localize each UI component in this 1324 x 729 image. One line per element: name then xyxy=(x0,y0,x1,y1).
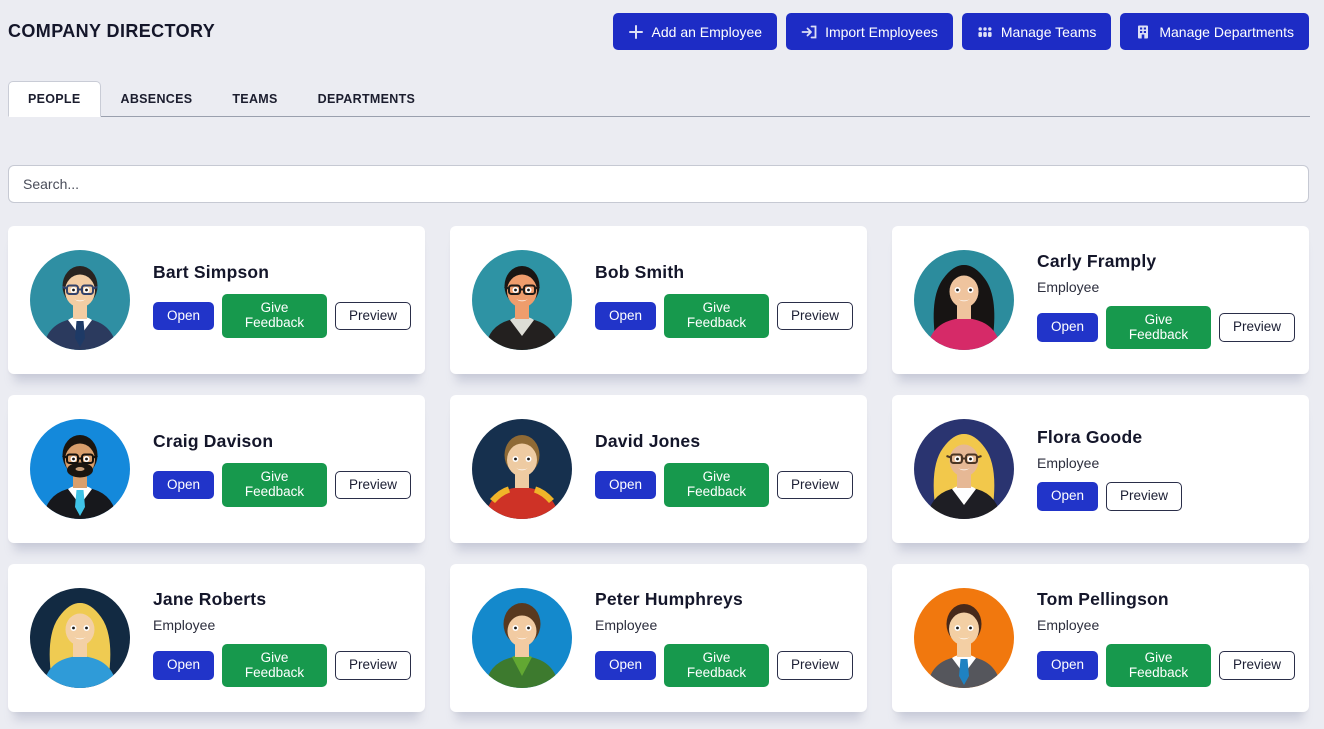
employee-name: Flora Goode xyxy=(1037,427,1143,448)
employee-card: Bart Simpson Open Give Feedback Preview xyxy=(8,226,425,374)
top-bar: COMPANY DIRECTORY Add an Employee Import … xyxy=(0,0,1324,50)
manage-departments-button[interactable]: Manage Departments xyxy=(1120,13,1309,50)
employee-info: Carly Framply Employee Open Give Feedback Pr… xyxy=(1037,251,1295,350)
employee-name: Tom Pellingson xyxy=(1037,588,1169,609)
employee-name: Peter Humphreys xyxy=(595,588,743,609)
button-label: Manage Teams xyxy=(1000,23,1097,40)
employee-card: David Jones Open Give Feedback Preview xyxy=(450,395,867,543)
card-actions: Open Give Feedback Preview xyxy=(1037,643,1295,688)
tab-teams[interactable]: TEAMS xyxy=(212,81,297,117)
open-button[interactable]: Open xyxy=(153,301,215,331)
employee-info: David Jones Open Give Feedback Preview xyxy=(595,431,853,507)
employee-info: Craig Davison Open Give Feedback Preview xyxy=(153,431,411,507)
employee-role: Employee xyxy=(595,616,658,633)
employee-card: Flora Goode Employee Open Preview xyxy=(892,395,1309,543)
employee-name: Carly Framply xyxy=(1037,250,1157,271)
team-icon xyxy=(977,24,993,40)
open-button[interactable]: Open xyxy=(153,651,215,680)
employee-info: Bart Simpson Open Give Feedback Preview xyxy=(153,262,411,338)
employee-avatar xyxy=(914,250,1014,350)
employee-avatar xyxy=(30,250,130,350)
employee-name: Jane Roberts xyxy=(153,588,267,609)
employee-name: David Jones xyxy=(595,431,701,452)
employee-name: Bart Simpson xyxy=(153,262,270,283)
employee-avatar xyxy=(472,419,572,519)
employee-role: Employee xyxy=(153,616,216,633)
employee-avatar xyxy=(30,588,130,688)
give-feedback-button[interactable]: Give Feedback xyxy=(1106,305,1211,350)
open-button[interactable]: Open xyxy=(1037,482,1099,511)
plus-icon xyxy=(628,24,644,40)
open-button[interactable]: Open xyxy=(595,651,657,680)
card-actions: Open Give Feedback Preview xyxy=(595,643,853,688)
preview-button[interactable]: Preview xyxy=(776,651,853,680)
give-feedback-button[interactable]: Give Feedback xyxy=(664,463,769,507)
header-actions: Add an Employee Import Employees Manage Te… xyxy=(612,13,1309,50)
employee-avatar xyxy=(914,419,1014,519)
preview-button[interactable]: Preview xyxy=(1218,651,1295,680)
preview-button[interactable]: Preview xyxy=(776,470,853,500)
employee-name: Craig Davison xyxy=(153,431,274,452)
employee-info: Peter Humphreys Employee Open Give Feedback… xyxy=(595,589,853,688)
employee-grid: Bart Simpson Open Give Feedback Preview Bob … xyxy=(8,226,1309,712)
button-label: Add an Employee xyxy=(651,23,763,40)
button-label: Import Employees xyxy=(825,23,938,40)
employee-info: Flora Goode Employee Open Preview xyxy=(1037,427,1183,511)
search-input[interactable] xyxy=(8,165,1309,203)
tab-departments[interactable]: DEPARTMENTS xyxy=(298,81,436,117)
button-label: Manage Departments xyxy=(1159,23,1294,40)
tab-people[interactable]: PEOPLE xyxy=(8,81,101,117)
import-employees-button[interactable]: Import Employees xyxy=(786,13,953,50)
give-feedback-button[interactable]: Give Feedback xyxy=(222,643,327,688)
card-actions: Open Give Feedback Preview xyxy=(153,294,411,338)
employee-info: Bob Smith Open Give Feedback Preview xyxy=(595,262,853,338)
give-feedback-button[interactable]: Give Feedback xyxy=(1106,643,1211,688)
employee-card: Carly Framply Employee Open Give Feedback Pr… xyxy=(892,226,1309,374)
preview-button[interactable]: Preview xyxy=(1106,482,1183,511)
manage-teams-button[interactable]: Manage Teams xyxy=(961,13,1112,50)
tab-bar: PEOPLE ABSENCES TEAMS DEPARTMENTS xyxy=(8,81,1310,117)
open-button[interactable]: Open xyxy=(153,470,215,500)
employee-avatar xyxy=(30,419,130,519)
card-actions: Open Give Feedback Preview xyxy=(595,294,853,338)
employee-info: Jane Roberts Employee Open Give Feedback Pre… xyxy=(153,589,411,688)
employee-info: Tom Pellingson Employee Open Give Feedback P… xyxy=(1037,589,1295,688)
give-feedback-button[interactable]: Give Feedback xyxy=(222,463,327,507)
open-button[interactable]: Open xyxy=(595,470,657,500)
employee-name: Bob Smith xyxy=(595,262,685,283)
building-icon xyxy=(1135,24,1151,40)
card-actions: Open Preview xyxy=(1037,482,1183,511)
card-actions: Open Give Feedback Preview xyxy=(153,463,411,507)
employee-avatar xyxy=(472,588,572,688)
page-title: COMPANY DIRECTORY xyxy=(8,21,216,41)
open-button[interactable]: Open xyxy=(1037,313,1099,342)
employee-card: Tom Pellingson Employee Open Give Feedback P… xyxy=(892,564,1309,712)
employee-avatar xyxy=(914,588,1014,688)
employee-role: Employee xyxy=(1037,278,1100,295)
employee-avatar xyxy=(472,250,572,350)
employee-role: Employee xyxy=(1037,616,1100,633)
employee-card: Peter Humphreys Employee Open Give Feedback… xyxy=(450,564,867,712)
preview-button[interactable]: Preview xyxy=(334,301,411,331)
give-feedback-button[interactable]: Give Feedback xyxy=(664,643,769,688)
give-feedback-button[interactable]: Give Feedback xyxy=(222,294,327,338)
employee-card: Jane Roberts Employee Open Give Feedback Pre… xyxy=(8,564,425,712)
card-actions: Open Give Feedback Preview xyxy=(153,643,411,688)
open-button[interactable]: Open xyxy=(1037,651,1099,680)
give-feedback-button[interactable]: Give Feedback xyxy=(664,294,769,338)
preview-button[interactable]: Preview xyxy=(334,651,411,680)
tab-absences[interactable]: ABSENCES xyxy=(101,81,213,117)
card-actions: Open Give Feedback Preview xyxy=(1037,305,1295,350)
employee-role: Employee xyxy=(1037,455,1100,472)
add-employee-button[interactable]: Add an Employee xyxy=(612,13,778,50)
preview-button[interactable]: Preview xyxy=(1218,313,1295,342)
employee-card: Craig Davison Open Give Feedback Preview xyxy=(8,395,425,543)
search-bar xyxy=(8,165,1309,203)
open-button[interactable]: Open xyxy=(595,301,657,331)
preview-button[interactable]: Preview xyxy=(776,301,853,331)
import-icon xyxy=(801,24,817,40)
preview-button[interactable]: Preview xyxy=(334,470,411,500)
card-actions: Open Give Feedback Preview xyxy=(595,463,853,507)
employee-card: Bob Smith Open Give Feedback Preview xyxy=(450,226,867,374)
